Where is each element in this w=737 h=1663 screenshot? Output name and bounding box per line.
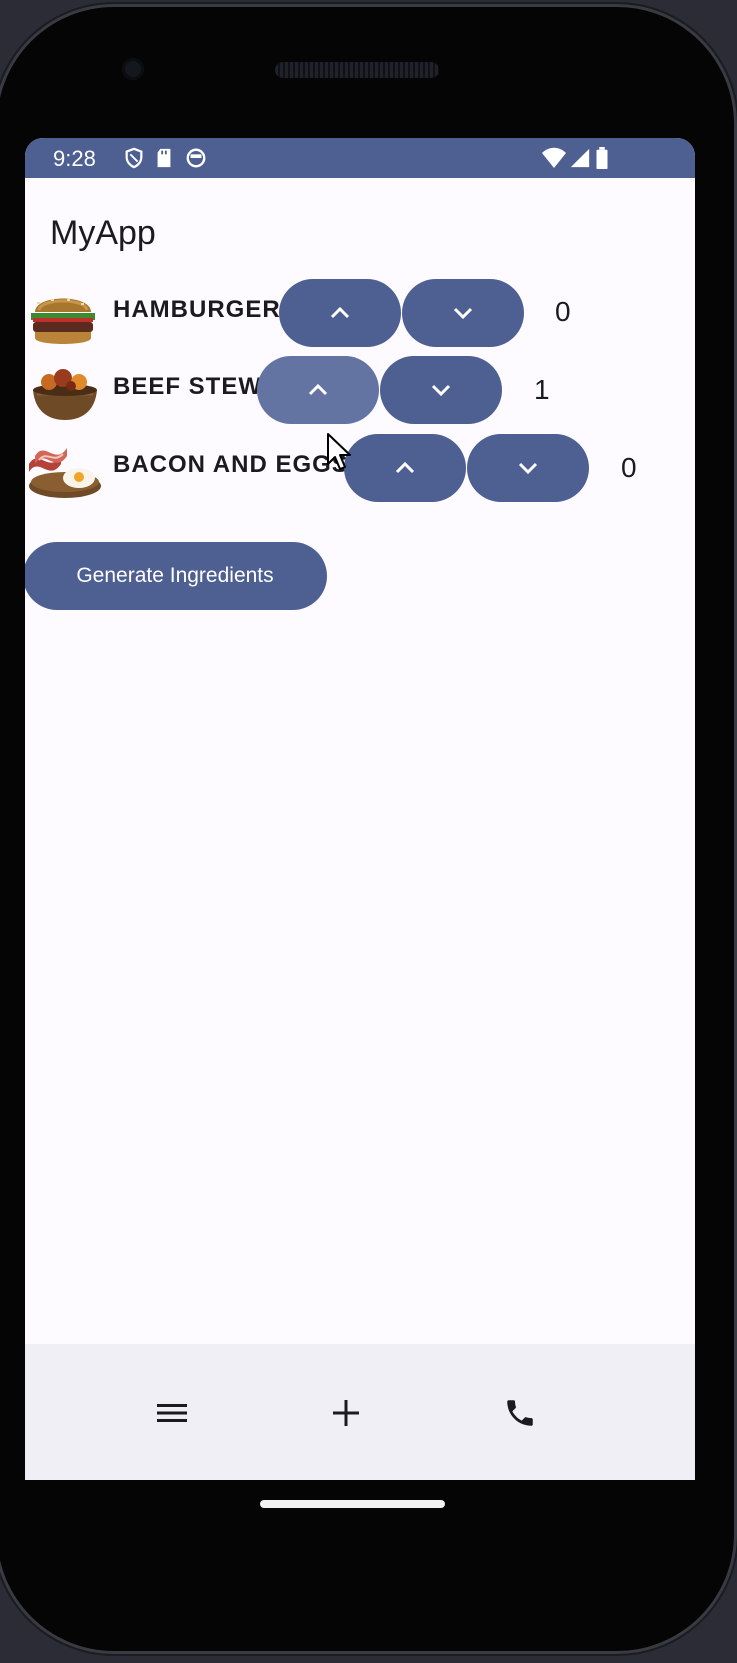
wifi-icon bbox=[542, 147, 566, 168]
sync-icon bbox=[186, 148, 206, 168]
app-screen: 9:28 MyApp HAMBURGER 0 BEEF STEW 1 BACON… bbox=[25, 138, 695, 1480]
beef-stew-image bbox=[33, 369, 97, 420]
status-bar: 9:28 bbox=[25, 138, 695, 178]
food-name-beef-stew: BEEF STEW bbox=[113, 373, 263, 400]
food-name-hamburger: HAMBURGER bbox=[113, 296, 281, 323]
shield-icon bbox=[125, 147, 143, 169]
mouse-cursor bbox=[327, 433, 351, 470]
chevron-up-icon bbox=[330, 306, 350, 319]
hamburger-count: 0 bbox=[555, 296, 571, 327]
beef-stew-increment-button[interactable] bbox=[257, 356, 379, 424]
generate-ingredients-button[interactable]: Generate Ingredients bbox=[25, 542, 327, 610]
sd-card-icon bbox=[157, 148, 171, 168]
chevron-down-icon bbox=[431, 384, 451, 397]
hamburger-increment-button[interactable] bbox=[279, 279, 401, 347]
app-title: MyApp bbox=[50, 214, 156, 252]
earpiece-speaker bbox=[275, 62, 439, 78]
hamburger-decrement-button[interactable] bbox=[402, 279, 524, 347]
bacon-and-eggs-count: 0 bbox=[621, 452, 637, 483]
phone-icon[interactable] bbox=[503, 1396, 537, 1430]
bacon-and-eggs-image bbox=[29, 448, 101, 498]
chevron-down-icon bbox=[518, 462, 538, 475]
home-indicator[interactable] bbox=[260, 1500, 445, 1508]
bacon-and-eggs-decrement-button[interactable] bbox=[467, 434, 589, 502]
chevron-up-icon bbox=[395, 461, 415, 474]
beef-stew-count: 1 bbox=[534, 374, 550, 405]
beef-stew-decrement-button[interactable] bbox=[380, 356, 502, 424]
front-camera bbox=[122, 58, 144, 80]
hamburger-image bbox=[31, 298, 95, 344]
food-name-bacon-and-eggs: BACON AND EGGS bbox=[113, 451, 349, 478]
chevron-up-icon bbox=[308, 383, 328, 396]
menu-icon[interactable] bbox=[155, 1396, 189, 1430]
battery-icon bbox=[596, 147, 608, 169]
bacon-and-eggs-increment-button[interactable] bbox=[344, 434, 466, 502]
chevron-down-icon bbox=[453, 307, 473, 320]
signal-icon bbox=[570, 148, 590, 168]
add-icon[interactable] bbox=[329, 1396, 363, 1430]
bottom-app-bar bbox=[25, 1344, 695, 1480]
status-time: 9:28 bbox=[53, 146, 96, 171]
